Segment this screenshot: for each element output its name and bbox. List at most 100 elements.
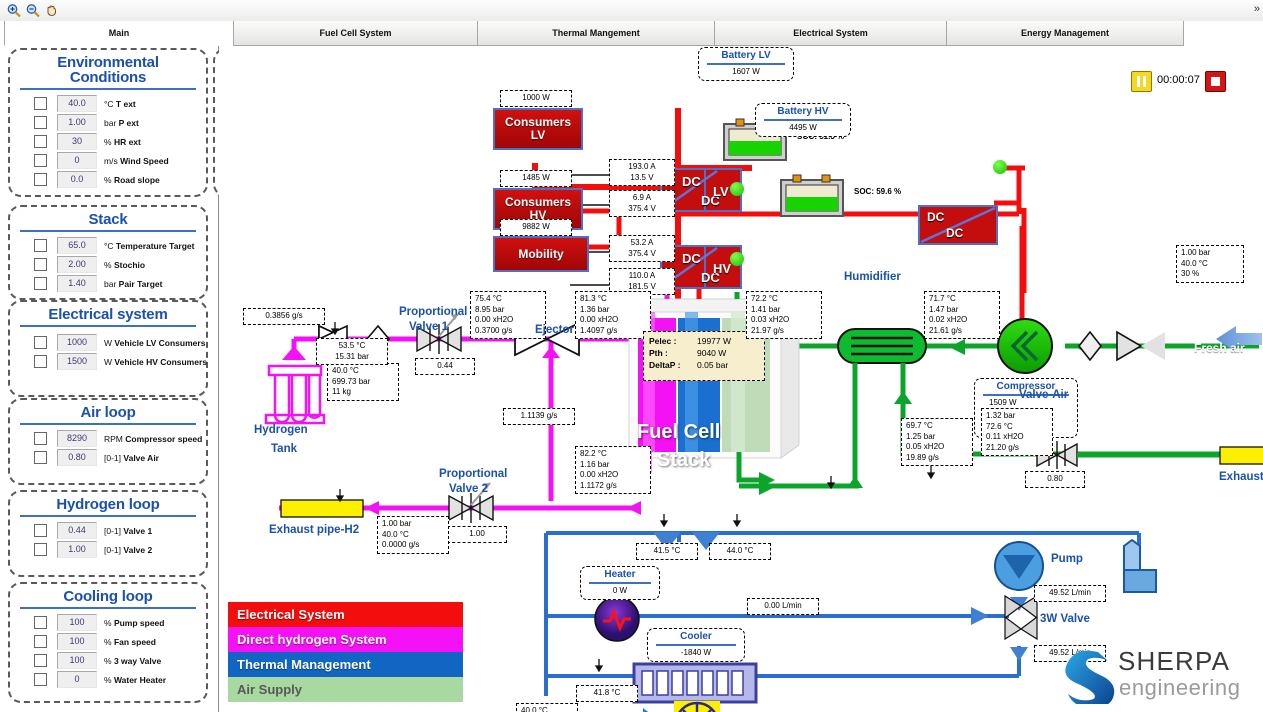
prop-valve-1-value: 0.44 <box>415 358 475 375</box>
application-window: » Main Fuel Cell System Thermal Mangemen… <box>0 0 1263 712</box>
title-rule <box>20 607 196 609</box>
row-value[interactable]: 40.0 <box>57 95 97 112</box>
dcdc-hv-label-1: DC <box>682 251 701 266</box>
tab-electrical-system[interactable]: Electrical System <box>714 21 947 46</box>
cooler-value: -1840 W <box>680 647 712 657</box>
row-checkbox[interactable] <box>34 616 47 629</box>
panel-title: Hydrogen loop <box>56 496 160 513</box>
consumers-lv-power: 1000 W <box>500 90 572 107</box>
row-value[interactable]: 0.44 <box>57 522 97 539</box>
row-value[interactable]: 8290 <box>57 430 97 447</box>
row-label: W Vehicle HV Consumers <box>104 356 207 367</box>
pan-hand-icon[interactable] <box>44 3 60 18</box>
row-label: % Stochio <box>104 259 146 270</box>
row-checkbox[interactable] <box>34 543 47 556</box>
row-value[interactable]: 0 <box>57 671 97 688</box>
row-checkbox[interactable] <box>34 524 47 537</box>
row-value[interactable]: 100 <box>57 633 97 650</box>
param-row: 0 m/s Wind Speed <box>10 151 206 170</box>
row-value[interactable]: 0.0 <box>57 171 97 188</box>
three-way-valve-label: 3W Valve <box>1040 613 1090 625</box>
row-checkbox[interactable] <box>34 239 47 252</box>
param-row: 1.40 bar Pair Target <box>10 274 206 293</box>
title-rule <box>656 644 736 646</box>
row-checkbox[interactable] <box>34 451 47 464</box>
zoom-out-icon[interactable] <box>25 3 41 18</box>
row-value[interactable]: 1.00 <box>57 541 97 558</box>
tab-fuel-cell-system[interactable]: Fuel Cell System <box>233 21 478 46</box>
legend-item-thermal: Thermal Management <box>228 652 463 677</box>
param-row: 30 % HR ext <box>10 132 206 151</box>
row-value[interactable]: 0 <box>57 152 97 169</box>
title-rule <box>589 582 651 584</box>
row-value[interactable]: 100 <box>57 614 97 631</box>
tank-flow-value: 0.3856 g/s <box>243 308 325 325</box>
param-row: 0.44 [0-1] Valve 1 <box>10 521 206 540</box>
row-value[interactable]: 0.80 <box>57 449 97 466</box>
row-value[interactable]: 65.0 <box>57 237 97 254</box>
tab-energy-management[interactable]: Energy Management <box>946 21 1184 46</box>
collapse-toolbar-button[interactable]: » <box>1254 3 1260 15</box>
dcdc-lv-input-values: 193.0 A 13.5 V <box>609 159 675 186</box>
row-checkbox[interactable] <box>34 258 47 271</box>
row-checkbox[interactable] <box>34 336 47 349</box>
row-checkbox[interactable] <box>34 116 47 129</box>
panel-environmental-conditions: Environmental Conditions 40.0 °C T ext 1.… <box>8 48 208 197</box>
row-label: [0-1] Valve 2 <box>104 544 153 555</box>
row-label: m/s Wind Speed <box>104 155 169 166</box>
row-checkbox[interactable] <box>34 277 47 290</box>
dcdc-hv-input-values: 53.2 A 375.4 V <box>609 235 675 262</box>
fresh-air-label: Fresh air <box>1194 341 1245 355</box>
row-checkbox[interactable] <box>34 173 47 186</box>
row-label: % Fan speed <box>104 636 156 647</box>
row-checkbox[interactable] <box>34 97 47 110</box>
stop-icon[interactable] <box>1205 71 1226 92</box>
row-checkbox[interactable] <box>34 355 47 368</box>
row-checkbox[interactable] <box>34 432 47 445</box>
param-row: 2.00 % Stochio <box>10 255 206 274</box>
pause-icon[interactable] <box>1131 71 1152 92</box>
row-checkbox[interactable] <box>34 635 47 648</box>
param-row: 100 % Pump speed <box>10 613 206 632</box>
fuel-cell-stack-label-2: Stack <box>657 449 711 471</box>
legend-item-electrical: Electrical System <box>228 602 463 627</box>
panel-air-loop: Air loop 8290 RPM Compressor speed 0.80 [0… <box>8 398 208 485</box>
exhaust-o2-label: Exhaust pipe-O2 <box>1219 471 1263 483</box>
valve-air-inlet-values: 69.7 °C 1.25 bar 0.05 xH2O 19.89 g/s <box>901 418 973 466</box>
row-checkbox[interactable] <box>34 135 47 148</box>
title-rule <box>764 119 842 121</box>
exhaust-h2-label: Exhaust pipe-H2 <box>269 524 360 536</box>
stack-pth-key: Pth : <box>649 348 668 358</box>
prop-valve-1-title-1: Proportional <box>399 306 468 318</box>
row-checkbox[interactable] <box>34 154 47 167</box>
dcdc-lv-status-led <box>730 182 744 196</box>
row-value[interactable]: 1.40 <box>57 275 97 292</box>
cooling-air-values: 40.0 °C 1 bar 4074 kg/h <box>516 703 578 712</box>
stack-air-outlet-values: 1.32 bar 72.6 °C 0.11 xH2O 21.20 g/s <box>981 408 1053 456</box>
dcdc-lv-label-1: DC <box>682 174 701 189</box>
row-value[interactable]: 1500 <box>57 353 97 370</box>
row-checkbox[interactable] <box>34 673 47 686</box>
row-value[interactable]: 2.00 <box>57 256 97 273</box>
cooler-title: Cooler <box>680 631 712 642</box>
tab-thermal-management[interactable]: Thermal Mangement <box>477 21 715 46</box>
cooler-box: Cooler -1840 W <box>647 628 745 662</box>
row-checkbox[interactable] <box>34 654 47 667</box>
row-value[interactable]: 30 <box>57 133 97 150</box>
legend-item-hydrogen: Direct hydrogen System <box>228 627 463 652</box>
row-value[interactable]: 1.00 <box>57 114 97 131</box>
prop-valve-2-value: 1.00 <box>447 526 507 543</box>
panel-title: Air loop <box>80 404 136 421</box>
row-value[interactable]: 1000 <box>57 334 97 351</box>
row-label: % 3 way Valve <box>104 655 162 666</box>
humidifier-right-values: 71.7 °C 1.47 bar 0.02 xH2O 21.61 g/s <box>924 291 1000 339</box>
dcdc-lv-side: LV <box>713 184 729 199</box>
dcdc-right-status-led <box>993 160 1007 174</box>
stack-pth-value: 9040 W <box>697 348 727 358</box>
param-row: 8290 RPM Compressor speed <box>10 429 206 448</box>
dcdc-right-label-1: DC <box>927 210 945 224</box>
row-label: bar P ext <box>104 117 139 128</box>
zoom-in-icon[interactable] <box>6 3 22 18</box>
row-value[interactable]: 100 <box>57 652 97 669</box>
tab-main[interactable]: Main <box>4 21 234 46</box>
